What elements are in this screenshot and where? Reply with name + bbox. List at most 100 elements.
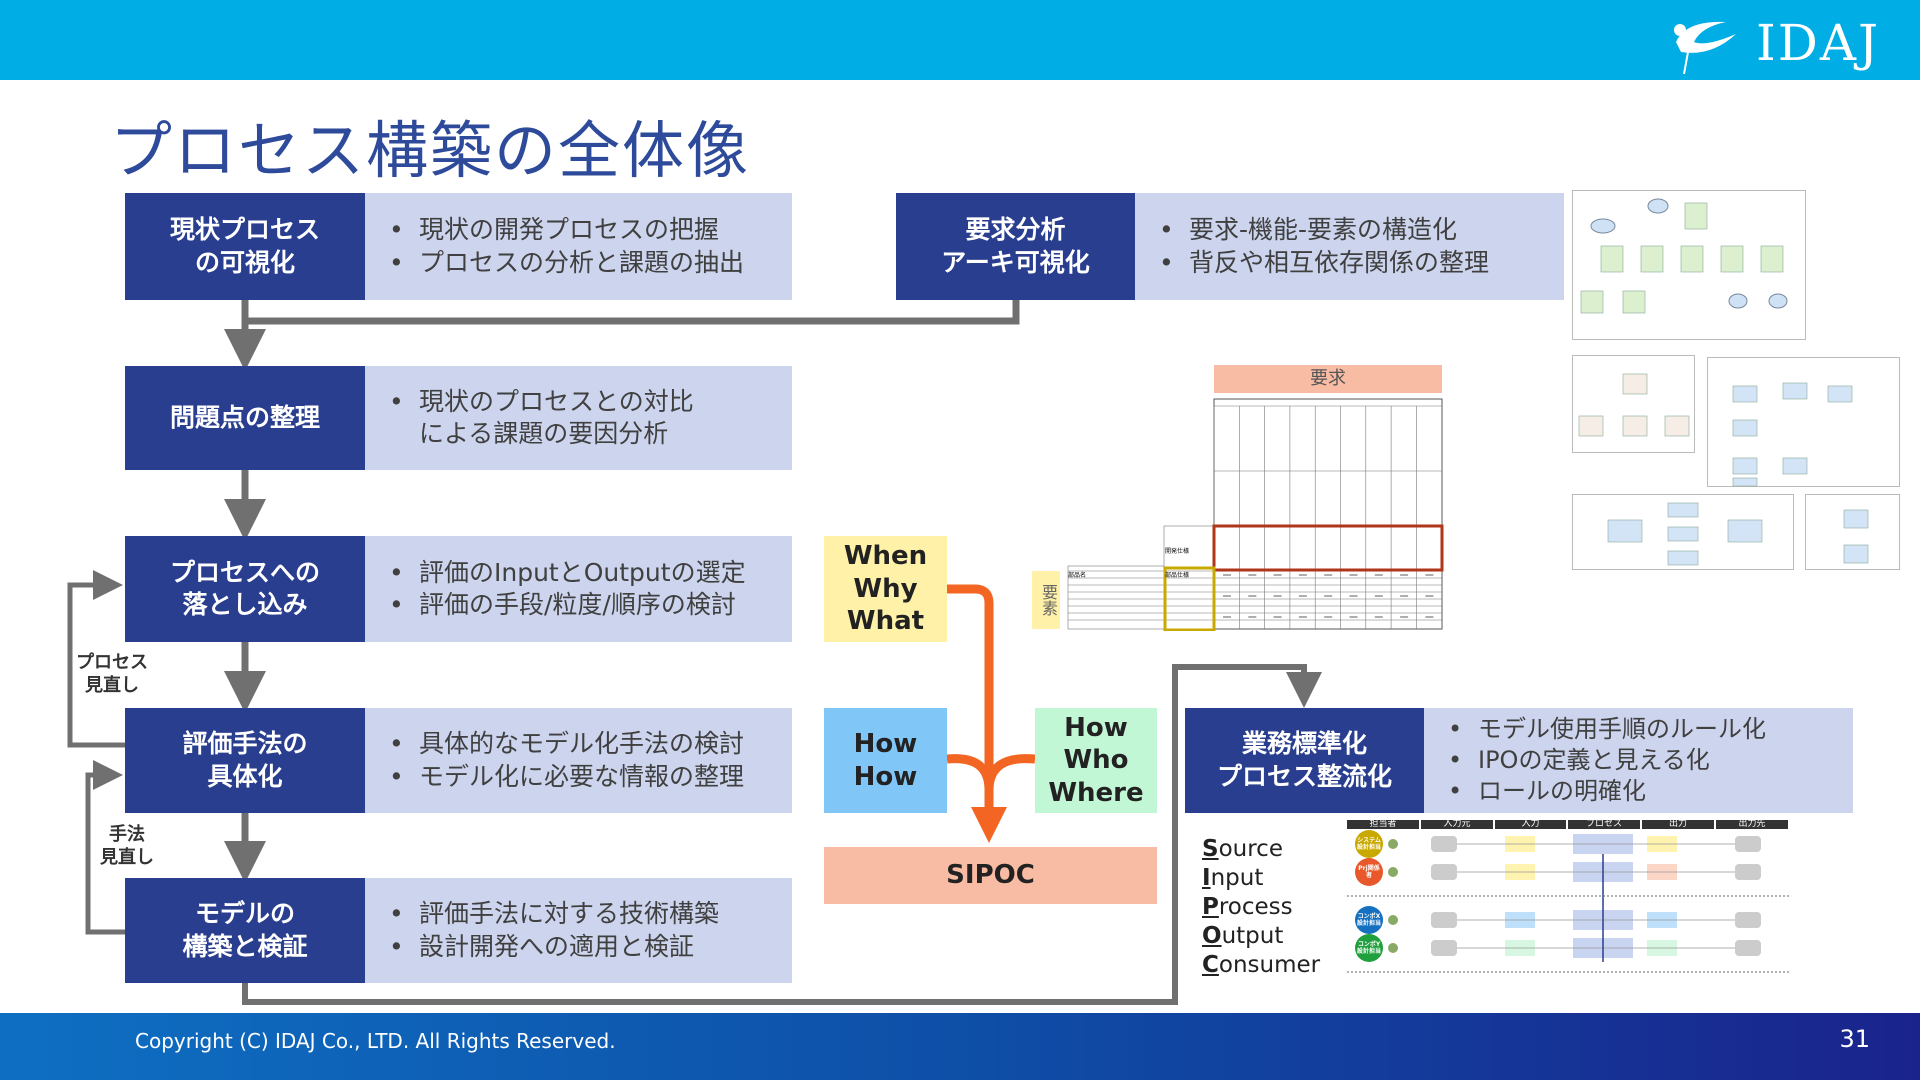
internal-block-thumbnail-pid <box>1572 494 1794 570</box>
matrix-frame <box>1213 398 1443 630</box>
step-process-integration-details: • 評価のInputとOutputの選定 • 評価の手段/粒度/順序の検討 <box>365 536 792 642</box>
sipoc-header: 入力元 <box>1421 820 1493 829</box>
diagram-node <box>1782 457 1808 475</box>
step-current-process: 現状プロセス の可視化 <box>125 193 365 300</box>
database-icon <box>1431 836 1457 852</box>
matrix-grid <box>1067 398 1444 631</box>
step-model-build-verify-details: • 評価手法に対する技術構築 • 設計開発への適用と検証 <box>365 878 792 983</box>
diagram-node <box>1782 382 1808 400</box>
bullet: 要求-機能-要素の構造化 <box>1189 215 1458 244</box>
sipoc-header: 出力先 <box>1716 820 1788 829</box>
bullet: 評価手法に対する技術構築 <box>419 899 720 928</box>
diagram-node <box>1664 415 1690 437</box>
sipoc-consumer: Consumer <box>1202 952 1321 978</box>
sipoc-diagram: 担当者 入力元 入力 プロセス 出力 出力先 システム設計担当 Prj関係者 コ… <box>1347 820 1789 992</box>
bullet: 背反や相互依存関係の整理 <box>1189 247 1490 277</box>
bullet: 現状の開発プロセスの把握 <box>419 215 720 244</box>
sipoc-header: 出力 <box>1642 820 1714 829</box>
process-review-label: プロセス 見直し <box>76 652 148 696</box>
database-icon <box>1735 912 1761 928</box>
step-requirements-analysis: 要求分析 アーキ可視化 <box>896 193 1135 300</box>
requirement-element-matrix: 要求 要素 開発仕様 部品名 部品仕様 <box>1028 361 1448 631</box>
database-icon <box>1431 912 1457 928</box>
diagram-node <box>1684 202 1708 230</box>
diagram-node <box>1622 290 1646 314</box>
diagram-node <box>1768 293 1788 309</box>
diagram-node <box>1590 218 1616 234</box>
bullet: プロセスの分析と課題の抽出 <box>419 247 745 277</box>
diagram-node <box>1647 198 1669 214</box>
requirement-highlight <box>1212 524 1444 572</box>
bullet: モデル化に必要な情報の整理 <box>419 761 745 791</box>
diagram-node <box>1732 419 1758 437</box>
diagram-node <box>1727 519 1763 543</box>
bullet: 評価のInputとOutputの選定 <box>419 557 746 587</box>
diagram-node <box>1667 550 1699 566</box>
requirement-diagram-thumbnail <box>1572 190 1806 340</box>
diagram-node <box>1843 509 1869 529</box>
diagram-node <box>1760 245 1784 273</box>
flow-arrow <box>946 584 1036 843</box>
when-why-what-box: When Why What <box>824 536 947 642</box>
diagram-node <box>1640 245 1664 273</box>
person-icon <box>1388 915 1398 925</box>
step-current-process-details: • 現状の開発プロセスの把握 • プロセスの分析と課題の抽出 <box>365 193 792 300</box>
sipoc-process: Process <box>1202 894 1293 920</box>
step-problem-organization: 問題点の整理 <box>125 366 365 470</box>
diagram-node <box>1720 245 1744 273</box>
role-component-y-designer: コンポY設計担当 <box>1355 934 1383 962</box>
how-who-where-box: How Who Where <box>1035 708 1157 813</box>
bullet: モデル使用手順のルール化 <box>1478 714 1766 743</box>
bullet: 評価の手段/粒度/順序の検討 <box>419 590 736 619</box>
step-model-build-verify: モデルの 構築と検証 <box>125 878 365 983</box>
diagram-node <box>1600 245 1624 273</box>
diagram-node <box>1578 415 1604 437</box>
step-standardization: 業務標準化 プロセス整流化 <box>1185 708 1424 813</box>
internal-block-thumbnail-driver <box>1805 494 1900 570</box>
sipoc-header: 担当者 <box>1347 820 1419 829</box>
database-icon <box>1735 864 1761 880</box>
bullet: 現状のプロセスとの対比 による課題の要因分析 <box>419 386 694 449</box>
page-number: 31 <box>1839 1025 1870 1053</box>
copyright: Copyright (C) IDAJ Co., LTD. All Rights … <box>135 1029 616 1053</box>
sipoc-output: Output <box>1202 923 1284 949</box>
diagram-node <box>1843 544 1869 564</box>
sipoc-box: SIPOC <box>824 847 1157 904</box>
sipoc-header: 入力 <box>1495 820 1566 829</box>
bullet: ロールの明確化 <box>1478 777 1646 806</box>
sipoc-legend: Source Input Process Output Consumer <box>1202 835 1320 980</box>
sipoc-input: Input <box>1202 865 1264 891</box>
diagram-node <box>1728 293 1748 309</box>
connector-requirements <box>245 300 1020 325</box>
step-standardization-details: • モデル使用手順のルール化 • IPOの定義と見える化 • ロールの明確化 <box>1424 708 1853 813</box>
diagram-node <box>1622 373 1648 395</box>
diagram-node <box>1680 245 1704 273</box>
step-problem-organization-details: • 現状のプロセスとの対比 による課題の要因分析 <box>365 366 792 470</box>
step-method-concretization: 評価手法の 具体化 <box>125 708 365 813</box>
how-how-box: How How <box>824 708 947 813</box>
diagram-node <box>1732 385 1758 403</box>
internal-block-thumbnail-motor <box>1707 357 1900 487</box>
person-icon <box>1388 943 1398 953</box>
bullet: 具体的なモデル化手法の検討 <box>419 729 745 758</box>
diagram-node <box>1732 477 1758 487</box>
role-system-designer: システム設計担当 <box>1355 830 1383 858</box>
sipoc-flow <box>1347 834 1789 973</box>
diagram-node <box>1827 385 1853 403</box>
step-method-concretization-details: • 具体的なモデル化手法の検討 • モデル化に必要な情報の整理 <box>365 708 792 813</box>
diagram-node <box>1667 526 1699 542</box>
step-requirements-analysis-details: • 要求-機能-要素の構造化 • 背反や相互依存関係の整理 <box>1135 193 1564 300</box>
block-definition-thumbnail <box>1572 355 1695 453</box>
person-icon <box>1388 867 1398 877</box>
diagram-node <box>1667 502 1699 518</box>
database-icon <box>1735 836 1761 852</box>
bullet: IPOの定義と見える化 <box>1478 745 1710 774</box>
method-review-label: 手法 見直し <box>100 824 154 868</box>
role-project-members: Prj関係者 <box>1355 858 1383 886</box>
spec-label: 開発仕様 <box>1165 548 1190 555</box>
part-spec-label: 部品仕様 <box>1165 572 1190 579</box>
database-icon <box>1735 940 1761 956</box>
role-component-x-designer: コンポX設計担当 <box>1355 906 1383 934</box>
sipoc-source: Source <box>1202 836 1283 862</box>
diagram-node <box>1580 290 1604 314</box>
